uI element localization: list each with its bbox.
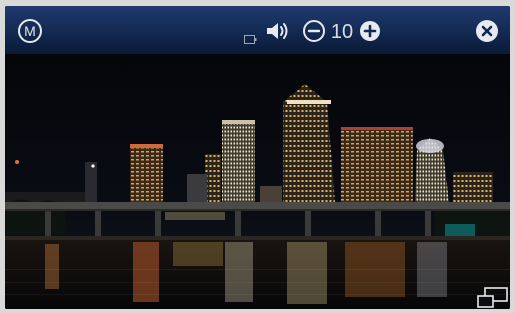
volume-up-button[interactable] bbox=[358, 19, 382, 43]
volume-down-button[interactable] bbox=[302, 19, 326, 43]
picture-in-picture-button[interactable] bbox=[475, 286, 510, 309]
mode-button-label: M bbox=[24, 23, 36, 39]
close-circle-icon bbox=[476, 20, 498, 42]
city-night-photo bbox=[5, 54, 510, 309]
media-viewer: M 10 bbox=[5, 6, 510, 309]
close-button[interactable] bbox=[474, 18, 500, 44]
volume-level: 10 bbox=[330, 21, 354, 43]
battery-icon bbox=[244, 29, 257, 44]
picture-in-picture-icon bbox=[477, 287, 508, 308]
mode-button[interactable]: M bbox=[17, 18, 43, 44]
speaker-volume-icon[interactable] bbox=[265, 19, 291, 43]
plus-circle-icon bbox=[360, 21, 380, 41]
minus-circle-icon bbox=[303, 20, 325, 42]
mode-icon: M bbox=[18, 19, 42, 43]
top-toolbar: M 10 bbox=[5, 6, 510, 54]
